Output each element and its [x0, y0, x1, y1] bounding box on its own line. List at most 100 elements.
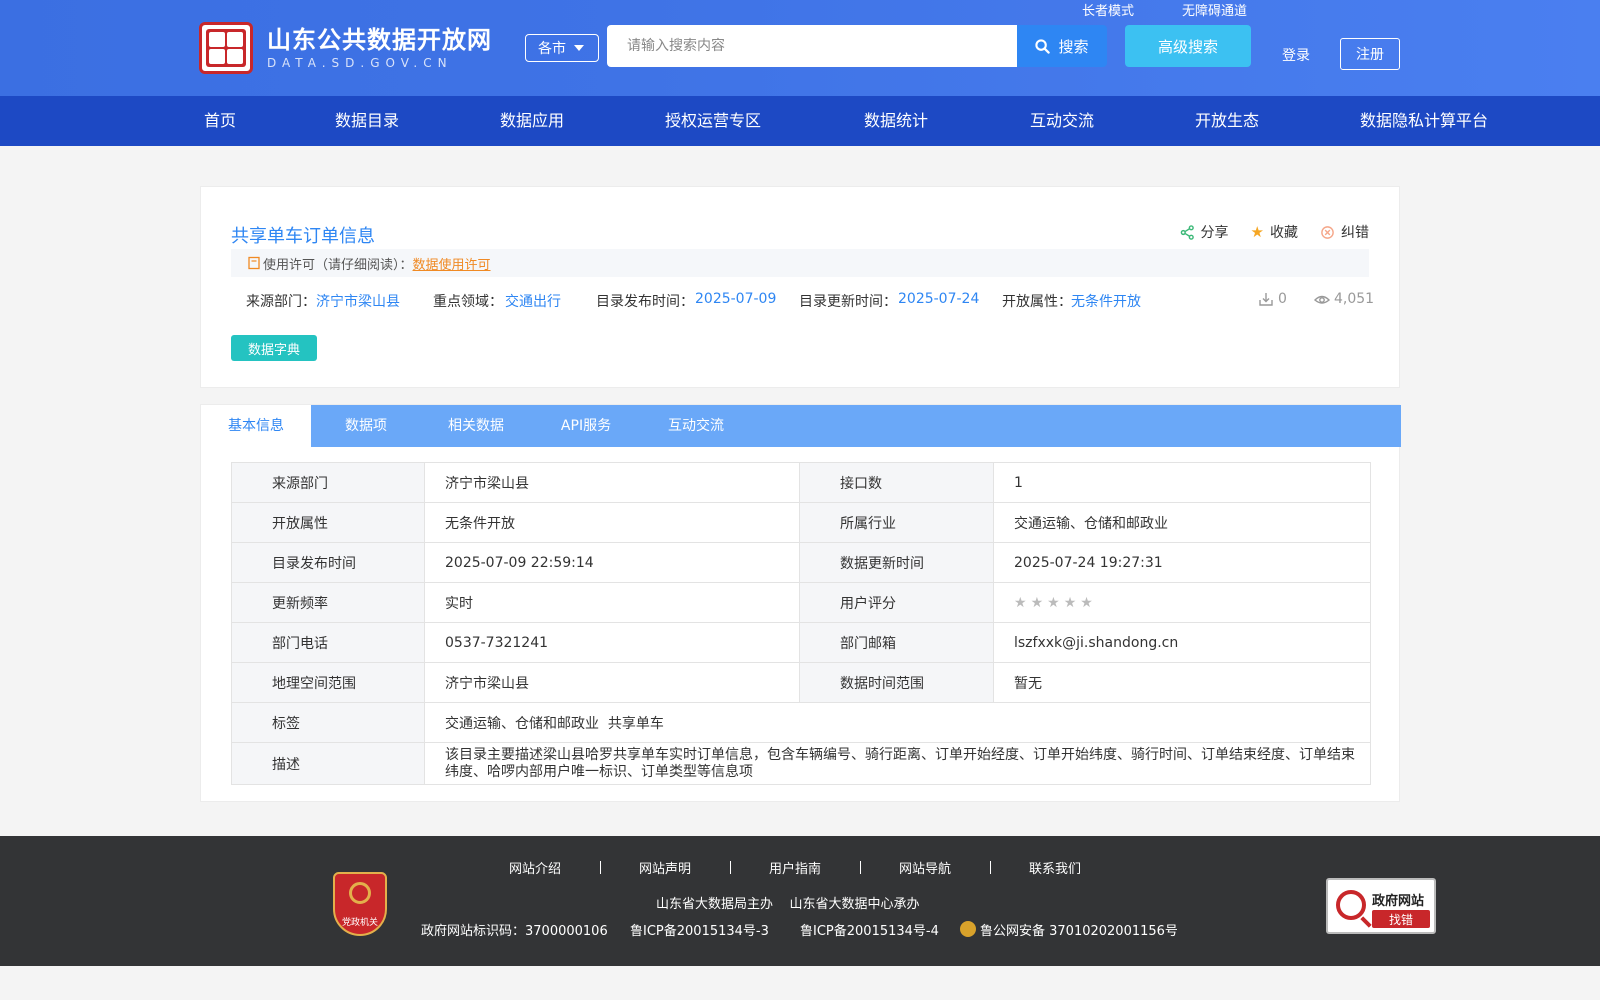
- footer-link-contact[interactable]: 联系我们: [990, 858, 1120, 877]
- table-value: 暂无: [993, 662, 1371, 703]
- nav-item-privacy-computing[interactable]: 数据隐私计算平台: [1360, 96, 1488, 146]
- dataset-detail-panel: 基本信息 数据项 相关数据 API服务 互动交流 来源部门 济宁市梁山县 接口数…: [200, 404, 1401, 802]
- city-select[interactable]: 各市: [525, 34, 599, 62]
- tab-interaction[interactable]: 互动交流: [641, 405, 751, 447]
- data-dictionary-button[interactable]: 数据字典: [231, 335, 317, 361]
- search-icon: [1035, 38, 1051, 54]
- nav-item-open-ecosystem[interactable]: 开放生态: [1195, 96, 1259, 146]
- footer-link-guide[interactable]: 用户指南: [730, 858, 860, 877]
- star-icon[interactable]: ★: [1047, 595, 1060, 611]
- nav-item-home[interactable]: 首页: [204, 96, 236, 146]
- elder-mode-link[interactable]: 长者模式: [1082, 0, 1134, 19]
- emblem-icon: [349, 882, 371, 904]
- eye-icon: [1314, 295, 1330, 304]
- open-attr-value: 无条件开放: [1071, 294, 1141, 310]
- table-value: 实时: [424, 582, 800, 623]
- update-date-label: 目录更新时间：: [799, 294, 897, 310]
- favorite-button[interactable]: ★ 收藏: [1251, 222, 1298, 242]
- dataset-actions: 分享 ★ 收藏 纠错: [1180, 222, 1369, 242]
- chevron-down-icon: [574, 45, 584, 51]
- table-value: lszfxxk@ji.shandong.cn: [993, 622, 1371, 663]
- report-error-button[interactable]: 纠错: [1320, 222, 1369, 242]
- license-bar: 使用许可（请仔细阅读）： 数据使用许可: [231, 249, 1369, 277]
- party-badge-label: 党政机关: [341, 918, 378, 928]
- star-icon[interactable]: ★: [1031, 595, 1044, 611]
- table-value: 无条件开放: [424, 502, 800, 543]
- party-gov-badge[interactable]: 党政机关: [333, 872, 387, 936]
- dataset-meta-row: 来源部门： 济宁市梁山县 重点领域： 交通出行 目录发布时间： 2025-07-…: [246, 291, 1374, 311]
- footer-host: 山东省大数据局主办 山东省大数据中心承办: [656, 897, 920, 912]
- table-key: 目录发布时间: [231, 542, 425, 583]
- license-link[interactable]: 数据使用许可: [413, 254, 491, 273]
- table-key: 数据更新时间: [799, 542, 994, 583]
- advanced-search-button[interactable]: 高级搜索: [1125, 25, 1251, 67]
- site-domain: DATA.SD.GOV.CN: [267, 56, 453, 70]
- description-value: 该目录主要描述梁山县哈罗共享单车实时订单信息，包含车辆编号、骑行距离、订单开始经…: [424, 742, 1371, 785]
- search-button[interactable]: 搜索: [1017, 25, 1107, 67]
- footer-icp-4: 鲁ICP备20015134号-4: [800, 924, 939, 939]
- table-key: 更新频率: [231, 582, 425, 623]
- star-icon[interactable]: ★: [1080, 595, 1093, 611]
- source-dept-label: 来源部门：: [246, 294, 316, 310]
- rating-stars[interactable]: ★ ★ ★ ★ ★: [1014, 595, 1356, 611]
- key-field-value[interactable]: 交通出行: [505, 291, 561, 311]
- tab-basic-info[interactable]: 基本信息: [201, 405, 311, 447]
- table-key: 描述: [231, 742, 425, 785]
- nav-item-data-apps[interactable]: 数据应用: [500, 96, 564, 146]
- tab-related-data[interactable]: 相关数据: [421, 405, 531, 447]
- download-icon: [1259, 293, 1273, 306]
- nav-item-data-stats[interactable]: 数据统计: [864, 96, 928, 146]
- table-key: 开放属性: [231, 502, 425, 543]
- report-error-label: 纠错: [1341, 225, 1369, 241]
- table-row: 目录发布时间 2025-07-09 22:59:14 数据更新时间 2025-0…: [231, 542, 1371, 583]
- login-link[interactable]: 登录: [1282, 45, 1310, 65]
- footer-link-about[interactable]: 网站介绍: [470, 858, 600, 877]
- publish-date-value: 2025-07-09: [695, 291, 777, 307]
- table-key: 接口数: [799, 462, 994, 503]
- table-key: 部门邮箱: [799, 622, 994, 663]
- accessibility-link[interactable]: 无障碍通道: [1182, 0, 1247, 19]
- table-row: 部门电话 0537-7321241 部门邮箱 lszfxxk@ji.shando…: [231, 622, 1371, 663]
- table-key: 来源部门: [231, 462, 425, 503]
- footer-link-statement[interactable]: 网站声明: [600, 858, 730, 877]
- search-input[interactable]: [607, 25, 1017, 67]
- register-button[interactable]: 注册: [1340, 38, 1400, 70]
- footer-police-text: 鲁公网安备 37010202001156号: [980, 924, 1178, 939]
- footer-link-sitemap[interactable]: 网站导航: [860, 858, 990, 877]
- basic-info-table: 来源部门 济宁市梁山县 接口数 1 开放属性 无条件开放 所属行业 交通运输、仓…: [231, 462, 1371, 785]
- document-icon: [248, 256, 260, 270]
- table-key: 地理空间范围: [231, 662, 425, 703]
- download-count-value: 0: [1278, 291, 1287, 307]
- nav-item-authorized-ops[interactable]: 授权运营专区: [665, 96, 761, 146]
- share-button[interactable]: 分享: [1180, 222, 1229, 242]
- magnifier-icon: [1336, 890, 1366, 920]
- nav-item-interaction[interactable]: 互动交流: [1030, 96, 1094, 146]
- table-key: 用户评分: [799, 582, 994, 623]
- star-icon[interactable]: ★: [1014, 595, 1027, 611]
- nav-item-data-catalog[interactable]: 数据目录: [335, 96, 399, 146]
- gov-site-error-badge[interactable]: 政府网站 找错: [1326, 878, 1436, 934]
- table-row: 描述 该目录主要描述梁山县哈罗共享单车实时订单信息，包含车辆编号、骑行距离、订单…: [231, 742, 1371, 785]
- footer-police-record[interactable]: 鲁公网安备 37010202001156号: [960, 920, 1178, 939]
- table-row: 地理空间范围 济宁市梁山县 数据时间范围 暂无: [231, 662, 1371, 703]
- seal-logo-icon: [199, 22, 253, 74]
- tab-api-service[interactable]: API服务: [531, 405, 641, 447]
- site-name: 山东公共数据开放网: [267, 26, 492, 54]
- police-badge-icon: [960, 921, 976, 937]
- error-report-icon: [1321, 225, 1334, 239]
- star-icon: ★: [1250, 223, 1264, 241]
- source-dept-value[interactable]: 济宁市梁山县: [316, 291, 400, 311]
- site-logo[interactable]: 山东公共数据开放网 DATA.SD.GOV.CN: [199, 22, 492, 74]
- tab-data-items[interactable]: 数据项: [311, 405, 421, 447]
- open-attr-label: 开放属性：: [1002, 294, 1072, 310]
- view-count: 4,051: [1314, 291, 1374, 307]
- star-icon[interactable]: ★: [1064, 595, 1077, 611]
- key-field-label: 重点领域：: [433, 294, 503, 310]
- table-value: 济宁市梁山县: [424, 462, 800, 503]
- footer-links: 网站介绍 网站声明 用户指南 网站导航 联系我们: [470, 858, 1120, 877]
- table-key: 标签: [231, 702, 425, 743]
- user-rating: ★ ★ ★ ★ ★: [993, 582, 1371, 623]
- publish-date-label: 目录发布时间：: [596, 294, 694, 310]
- table-value: 济宁市梁山县: [424, 662, 800, 703]
- city-select-value: 各市: [538, 41, 566, 57]
